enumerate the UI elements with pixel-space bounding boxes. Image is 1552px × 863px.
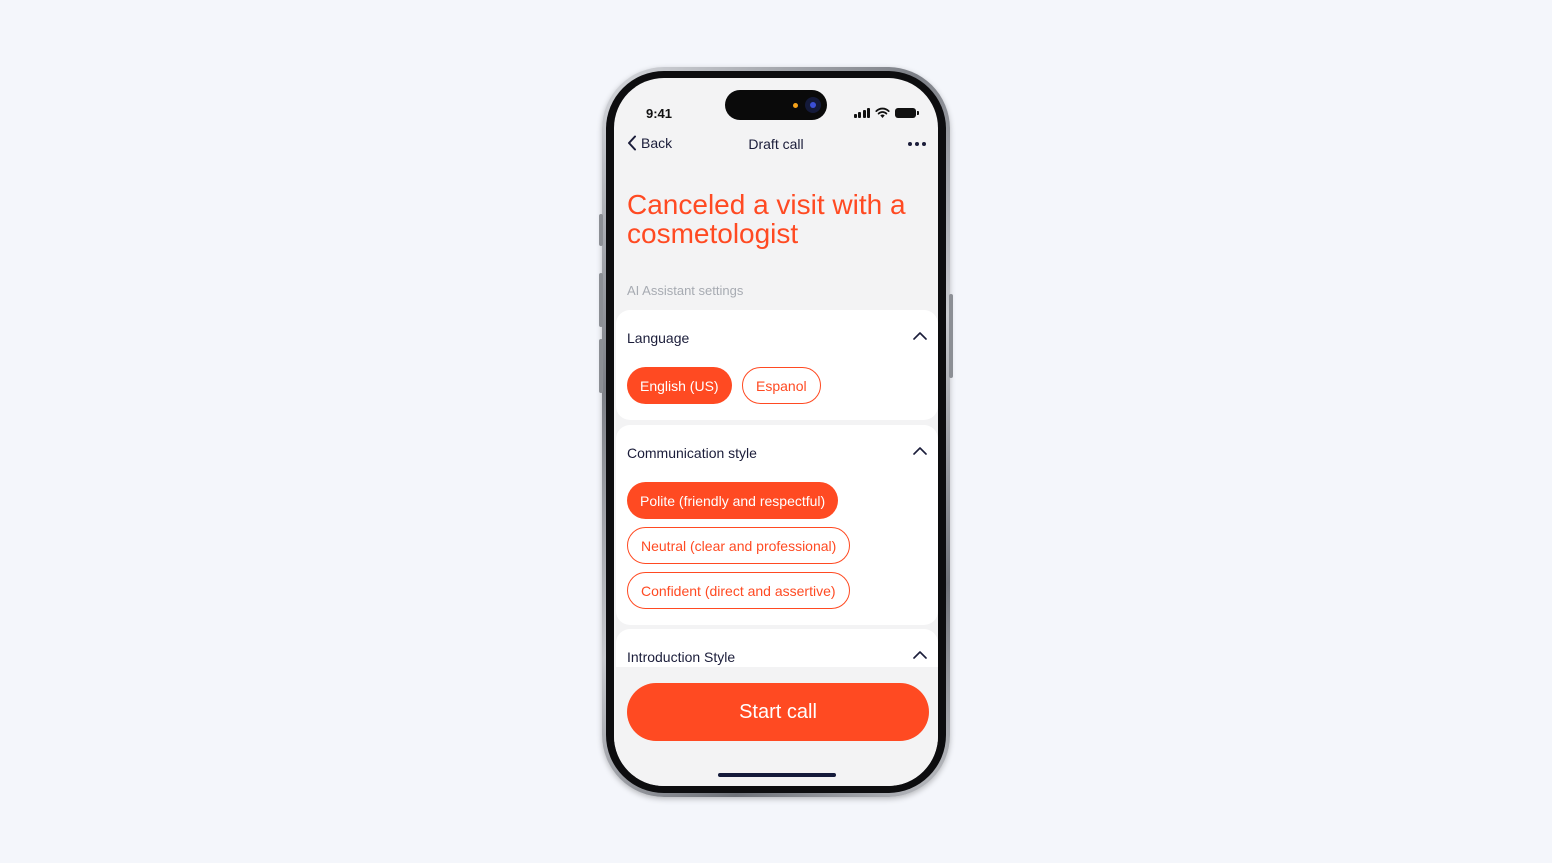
- start-call-button[interactable]: Start call: [627, 683, 929, 741]
- style-option-polite[interactable]: Polite (friendly and respectful): [627, 482, 839, 519]
- battery-icon: [895, 107, 919, 118]
- chevron-up-icon[interactable]: [913, 651, 927, 659]
- signal-icon: [853, 107, 870, 118]
- language-option-english[interactable]: English (US): [627, 367, 732, 404]
- phone-frame: 9:41 Back Draft call Canceled a visit wi…: [599, 67, 953, 797]
- screen: 9:41 Back Draft call Canceled a visit wi…: [614, 78, 938, 786]
- privacy-indicator: [793, 103, 798, 108]
- page-title: Draft call: [748, 136, 804, 152]
- language-card: Language English (US) Espanol: [616, 310, 938, 420]
- more-icon[interactable]: [908, 142, 926, 146]
- call-headline: Canceled a visit with a cosmetologist: [627, 189, 906, 249]
- volume-down-button: [599, 339, 603, 393]
- style-option-confident[interactable]: Confident (direct and assertive): [627, 572, 850, 609]
- status-time: 9:41: [646, 106, 673, 121]
- status-icons: [853, 107, 919, 118]
- dynamic-island: [725, 90, 827, 120]
- communication-title: Communication style: [627, 445, 757, 461]
- home-indicator[interactable]: [718, 773, 836, 777]
- communication-card: Communication style Polite (friendly and…: [616, 425, 938, 625]
- chevron-up-icon[interactable]: [913, 332, 927, 340]
- wifi-icon: [875, 107, 890, 118]
- introduction-title: Introduction Style: [627, 649, 736, 665]
- action-button: [599, 214, 603, 246]
- language-title: Language: [627, 330, 690, 346]
- section-label: AI Assistant settings: [627, 283, 744, 298]
- camera-icon: [805, 97, 821, 113]
- language-option-espanol[interactable]: Espanol: [742, 367, 821, 404]
- power-button: [949, 294, 953, 378]
- style-option-neutral[interactable]: Neutral (clear and professional): [627, 527, 851, 564]
- volume-up-button: [599, 273, 603, 327]
- chevron-up-icon[interactable]: [913, 447, 927, 455]
